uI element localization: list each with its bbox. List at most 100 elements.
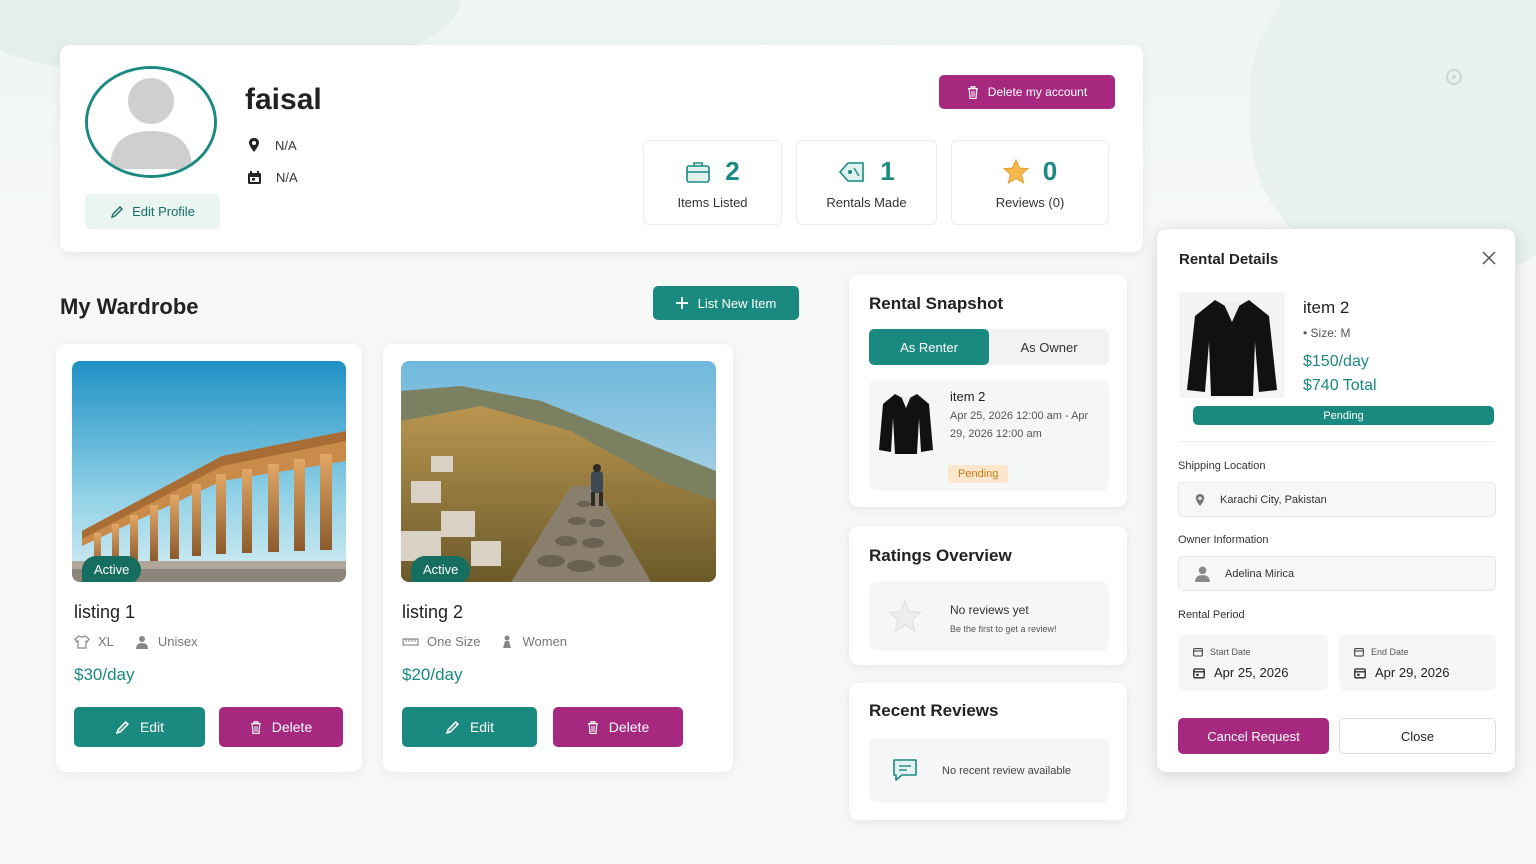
blazer-thumbnail [1179,292,1285,398]
calendar-icon [1354,667,1366,678]
username: faisal [245,83,322,116]
pencil-icon [445,720,459,734]
stat-value: 0 [1042,156,1058,186]
end-date-box: End Date Apr 29, 2026 [1339,634,1496,690]
listing-attributes: One Size Women [402,634,567,649]
empty-subtitle: Be the first to get a review! [950,624,1057,634]
empty-title: No reviews yet [950,603,1029,617]
list-new-item-button[interactable]: List New Item [653,286,799,320]
start-date-label: Start Date [1193,647,1251,657]
recent-reviews-title: Recent Reviews [869,701,999,720]
end-date-value: Apr 29, 2026 [1354,665,1449,680]
stat-value: 2 [725,156,740,186]
stat-label: Items Listed [677,195,748,210]
edit-label: Edit [139,719,165,735]
shipping-location-field: Karachi City, Pakistan [1178,482,1496,517]
user-icon [1195,566,1210,582]
listing-gender: Women [522,634,568,649]
delete-label: Delete [608,719,650,735]
rental-item-size: • Size: M [1303,326,1351,340]
star-icon [1002,159,1029,184]
delete-listing-button[interactable]: Delete [219,707,343,747]
edit-profile-button[interactable]: Edit Profile [85,194,220,229]
listing-size: One Size [427,634,481,649]
tab-as-owner[interactable]: As Owner [989,329,1109,365]
rental-snapshot-panel: Rental Snapshot As Renter As Owner item … [849,274,1127,507]
hiking-path-photo [401,361,716,582]
cancel-request-button[interactable]: Cancel Request [1178,718,1329,754]
listing-card[interactable]: Active listing 2 One Size Women $20/day … [383,344,733,772]
status-badge: Pending [1193,406,1494,425]
trash-icon [967,85,978,99]
shipping-location-label: Shipping Location [1178,460,1266,472]
location-row: N/A [247,137,297,153]
shirt-icon [74,634,90,649]
listing-gender: Unisex [157,634,198,649]
calendar-icon [1193,648,1203,657]
delete-account-label: Delete my account [987,85,1088,99]
snapshot-tabs: As Renter As Owner [869,329,1109,365]
stat-value: 1 [880,156,895,186]
owner-information-value: Adelina Mirica [1225,567,1295,580]
stat-rentals-made: 1 Rentals Made [796,140,937,225]
ruins-photo [72,361,346,582]
pencil-icon [110,205,124,218]
settings-icon[interactable] [1446,69,1462,85]
owner-information-label: Owner Information [1178,534,1269,546]
trash-icon [587,720,598,734]
modal-title: Rental Details [1179,251,1279,268]
ratings-overview-panel: Ratings Overview No reviews yet Be the f… [849,526,1127,665]
list-new-item-label: List New Item [697,295,777,311]
star-outline-icon [888,600,922,632]
owner-information-field: Adelina Mirica [1178,556,1496,591]
empty-state: No reviews yet Be the first to get a rev… [869,582,1109,650]
listing-size: XL [98,634,114,649]
listing-attributes: XL Unisex [74,634,198,649]
empty-text: No recent review available [942,765,1072,777]
listing-price: $30/day [74,665,135,684]
plus-icon [675,297,688,309]
calendar-icon [1354,648,1364,657]
tag-icon [839,161,865,182]
joined-text: N/A [276,170,298,185]
edit-label: Edit [469,719,495,735]
edit-listing-button[interactable]: Edit [74,707,205,747]
delete-listing-button[interactable]: Delete [553,707,683,747]
snapshot-item-name: item 2 [950,389,986,404]
woman-icon [503,635,512,648]
rental-price-per-day: $150/day [1303,353,1369,370]
rental-snapshot-title: Rental Snapshot [869,294,1004,313]
location-text: N/A [275,137,297,153]
stat-label: Rentals Made [826,195,907,210]
rental-price-total: $740 Total [1303,377,1377,394]
start-date-box: Start Date Apr 25, 2026 [1178,634,1328,690]
user-placeholder-icon [88,69,214,175]
status-badge: Active [411,556,471,582]
blazer-thumbnail [877,388,935,456]
close-button[interactable]: Close [1339,718,1496,754]
ruler-icon [402,637,419,646]
shopping-bag-icon [686,161,711,183]
edit-listing-button[interactable]: Edit [402,707,537,747]
listing-price: $20/day [402,665,463,684]
recent-reviews-panel: Recent Reviews No recent review availabl… [849,683,1127,820]
location-pin-icon [1195,493,1205,506]
close-icon[interactable] [1479,249,1499,269]
tab-as-renter[interactable]: As Renter [869,329,989,365]
rental-period-label: Rental Period [1178,609,1245,621]
delete-label: Delete [271,719,313,735]
person-icon [135,635,148,649]
listing-name: listing 1 [74,602,136,622]
trash-icon [250,720,261,734]
rental-snapshot-item[interactable]: item 2 Apr 25, 2026 12:00 am - Apr 29, 2… [869,380,1109,490]
status-badge: Active [82,556,142,582]
stat-reviews: 0 Reviews (0) [951,140,1109,225]
listing-image[interactable]: Active [72,361,346,582]
listing-card[interactable]: Active listing 1 XL Unisex $30/day Edit … [56,344,362,772]
location-pin-icon [249,138,259,152]
avatar [85,66,217,178]
empty-state: No recent review available [869,738,1109,802]
delete-account-button[interactable]: Delete my account [939,75,1115,109]
listing-image[interactable]: Active [401,361,716,582]
wardrobe-title: My Wardrobe [60,294,199,319]
